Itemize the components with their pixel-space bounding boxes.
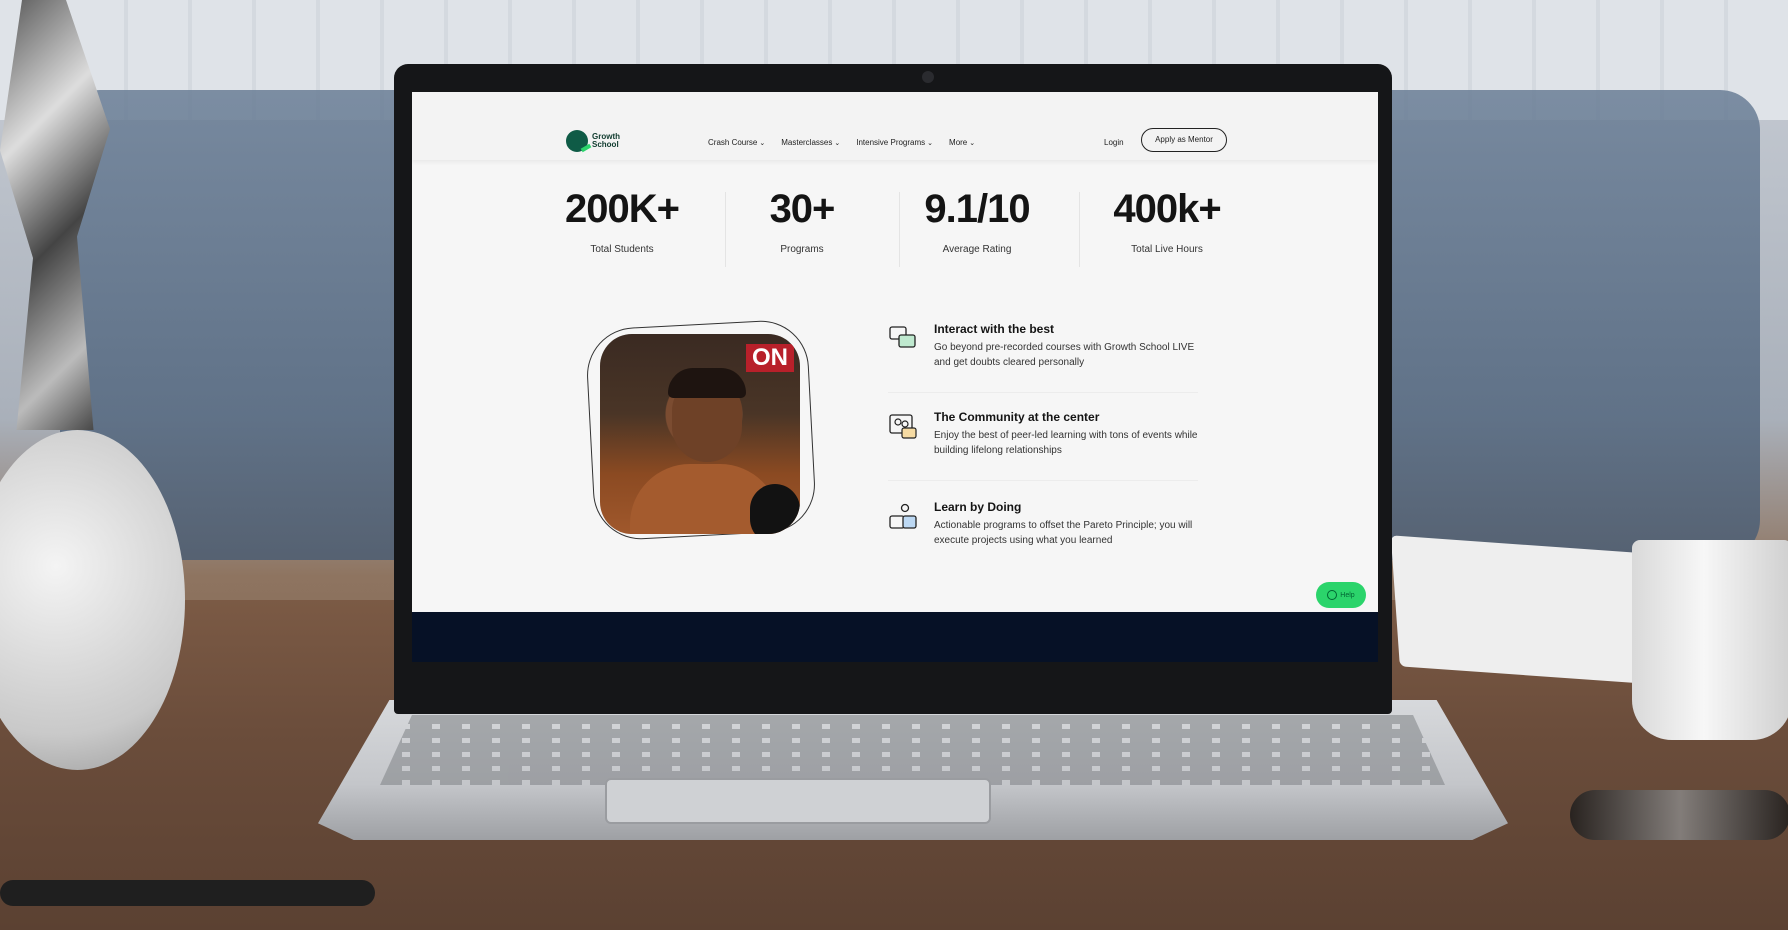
stats-row: 200K+ Total Students 30+ Programs 9.1/10…	[542, 187, 1242, 277]
stat-divider	[899, 192, 900, 267]
menu-label: Crash Course	[708, 138, 758, 147]
laptop-trackpad	[605, 778, 991, 824]
background-pen	[0, 880, 375, 906]
feature-title: The Community at the center	[934, 410, 1100, 424]
feature-description: Enjoy the best of peer-led learning with…	[934, 430, 1198, 456]
chevron-down-icon: ⌄	[834, 140, 841, 147]
feature-title: Interact with the best	[934, 322, 1055, 336]
laptop-screen: Growth School Crash Course ⌄ Masterclasse…	[412, 92, 1378, 662]
stat-programs: 30+ Programs	[722, 187, 882, 255]
feature-description: Go beyond pre-recorded courses with Grow…	[934, 342, 1195, 368]
feature-interact: Interact with the best Go beyond pre-rec…	[888, 322, 1208, 382]
logo-icon	[566, 130, 588, 152]
menu-label: Intensive Programs	[856, 138, 926, 147]
microphone-icon	[750, 484, 800, 534]
stat-label: Average Rating	[942, 244, 1012, 255]
stat-divider	[1079, 192, 1080, 267]
top-navbar: Growth School Crash Course ⌄ Masterclasse…	[412, 92, 1378, 160]
stat-label: Total Live Hours	[1131, 244, 1203, 255]
stat-label: Total Students	[590, 244, 654, 255]
brand-logo[interactable]: Growth School	[566, 130, 620, 152]
feature-community: The Community at the center Enjoy the be…	[888, 410, 1208, 470]
main-menu: Crash Course ⌄ Masterclasses ⌄ Intensive P…	[708, 138, 975, 147]
stat-average-rating: 9.1/10 Average Rating	[897, 187, 1057, 255]
apply-as-mentor-button[interactable]: Apply as Mentor	[1141, 128, 1227, 152]
laptop-keyboard	[380, 715, 1445, 785]
camera-icon	[922, 71, 934, 83]
chat-icon	[1327, 590, 1338, 600]
mentor-photo: ON	[600, 334, 800, 534]
logo-text: Growth School	[592, 133, 620, 149]
feature-divider	[888, 392, 1198, 393]
feature-divider	[888, 480, 1198, 481]
chevron-down-icon: ⌄	[927, 140, 934, 147]
feature-learn-by-doing: Learn by Doing Actionable programs to of…	[888, 500, 1208, 560]
logo-line2: School	[592, 140, 619, 149]
chevron-down-icon: ⌄	[969, 140, 976, 147]
mentor-photo-frame: ON	[584, 318, 818, 544]
stat-label: Programs	[780, 244, 824, 255]
stat-divider	[725, 192, 726, 267]
login-link[interactable]: Login	[1104, 138, 1124, 147]
feature-title: Learn by Doing	[934, 500, 1022, 514]
background-cup	[1632, 540, 1788, 740]
chevron-down-icon: ⌄	[759, 140, 766, 147]
stat-total-students: 200K+ Total Students	[542, 187, 702, 255]
stat-total-live-hours: 400k+ Total Live Hours	[1087, 187, 1247, 255]
feature-description: Actionable programs to offset the Pareto…	[934, 520, 1193, 546]
footer-band	[412, 612, 1378, 662]
photo-hair-shape	[668, 368, 746, 398]
stat-value: 9.1/10	[924, 187, 1031, 231]
stat-value: 30+	[769, 187, 835, 231]
chat-bubbles-icon	[889, 326, 916, 348]
menu-item-masterclasses[interactable]: Masterclasses ⌄	[781, 138, 840, 147]
help-button[interactable]: Help	[1316, 582, 1366, 608]
photo-sign: ON	[746, 344, 794, 372]
menu-item-crash-course[interactable]: Crash Course ⌄	[708, 138, 765, 147]
menu-label: Masterclasses	[781, 138, 833, 147]
stat-value: 400k+	[1113, 187, 1222, 231]
stat-value: 200K+	[565, 187, 680, 231]
background-paper	[1390, 535, 1660, 685]
community-icon	[889, 414, 917, 439]
menu-item-more[interactable]: More ⌄	[949, 138, 975, 147]
background-glasses	[1570, 790, 1788, 840]
help-label: Help	[1340, 591, 1355, 599]
learn-by-doing-icon	[889, 503, 917, 529]
menu-label: More	[949, 138, 968, 147]
menu-item-intensive-programs[interactable]: Intensive Programs ⌄	[856, 138, 933, 147]
